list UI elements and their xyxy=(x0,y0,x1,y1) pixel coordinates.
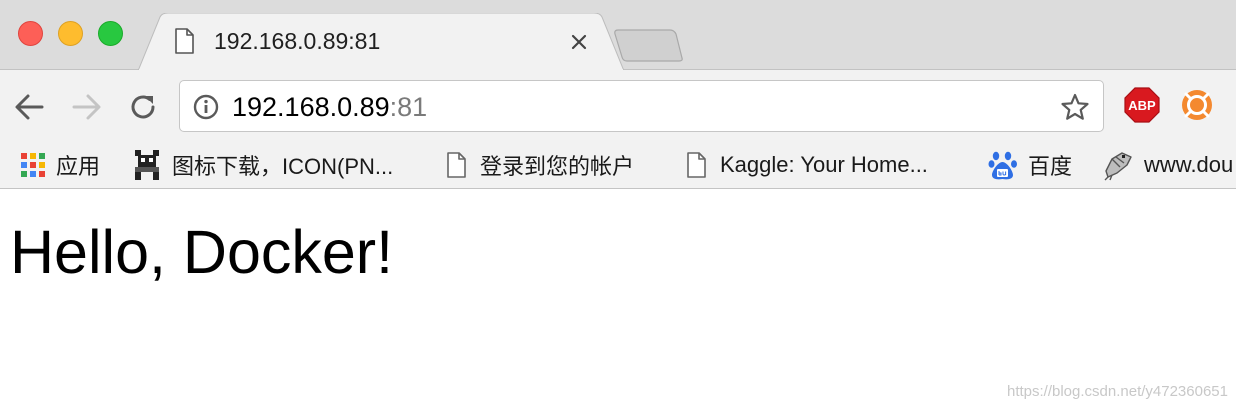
baidu-paw-icon xyxy=(988,151,1017,180)
bookmark-baidu[interactable]: 百度 xyxy=(988,142,1072,188)
adblock-plus-extension-icon[interactable]: ABP xyxy=(1124,87,1160,128)
new-tab-button[interactable] xyxy=(612,28,686,62)
address-bar[interactable]: 192.168.0.89:81 xyxy=(179,80,1104,132)
bookmark-douban[interactable]: www.dou xyxy=(1102,142,1233,188)
pixel-robot-icon xyxy=(135,150,159,180)
info-icon[interactable] xyxy=(193,94,219,125)
tab-strip: 192.168.0.89:81 xyxy=(0,0,1236,71)
window-minimize-button[interactable] xyxy=(58,21,83,46)
page-heading: Hello, Docker! xyxy=(10,218,394,286)
abp-label: ABP xyxy=(1128,98,1156,113)
pixel-bird-icon xyxy=(1104,152,1132,181)
active-tab[interactable]: 192.168.0.89:81 xyxy=(138,13,624,71)
tab-title: 192.168.0.89:81 xyxy=(214,28,381,54)
bookmark-star-icon[interactable] xyxy=(1060,92,1090,127)
arrow-left-icon xyxy=(15,94,44,120)
window-close-button[interactable] xyxy=(18,21,43,46)
bookmark-kaggle[interactable]: Kaggle: Your Home... xyxy=(686,142,928,188)
page-icon xyxy=(174,28,194,59)
watermark-text: https://blog.csdn.net/y472360651 xyxy=(1006,383,1228,400)
page-icon xyxy=(447,152,466,178)
window-maximize-button[interactable] xyxy=(98,21,123,46)
arrow-right-icon xyxy=(72,94,101,120)
bookmark-label: 百度 xyxy=(1028,154,1073,179)
bookmark-label: 应用 xyxy=(56,154,101,179)
tab-shape xyxy=(138,13,624,71)
bookmark-icon-download[interactable]: 图标下载，ICON(PN... xyxy=(132,142,393,188)
reload-icon xyxy=(131,95,155,119)
bookmark-label: 图标下载，ICON(PN... xyxy=(172,154,394,179)
bookmark-label: Kaggle: Your Home... xyxy=(720,152,928,177)
back-button[interactable] xyxy=(12,90,46,124)
bookmarks-bar: 应用 图标下载，ICON(PN... 登录到您的帐户 Kaggle: Your … xyxy=(0,142,1236,189)
tab-close-button[interactable] xyxy=(566,29,592,55)
bookmark-apps[interactable]: 应用 xyxy=(20,142,100,188)
browser-window: 192.168.0.89:81 192.168.0.89:81 ABP 应用 图… xyxy=(0,0,1236,408)
bookmark-login[interactable]: 登录到您的帐户 xyxy=(446,142,634,188)
bookmark-label: www.dou xyxy=(1144,152,1234,177)
lifebuoy-extension-icon[interactable] xyxy=(1181,89,1213,126)
page-icon xyxy=(687,152,706,178)
forward-button[interactable] xyxy=(70,90,104,124)
page-content: Hello, Docker! https://blog.csdn.net/y47… xyxy=(0,189,1236,408)
url-host: 192.168.0.89 xyxy=(232,92,390,122)
bookmark-label: 登录到您的帐户 xyxy=(480,154,635,179)
reload-button[interactable] xyxy=(126,90,160,124)
apps-grid-icon xyxy=(21,153,45,177)
toolbar: 192.168.0.89:81 ABP xyxy=(0,70,1236,142)
url-text[interactable]: 192.168.0.89:81 xyxy=(232,90,427,124)
close-icon xyxy=(571,34,587,50)
url-port: :81 xyxy=(389,92,428,122)
